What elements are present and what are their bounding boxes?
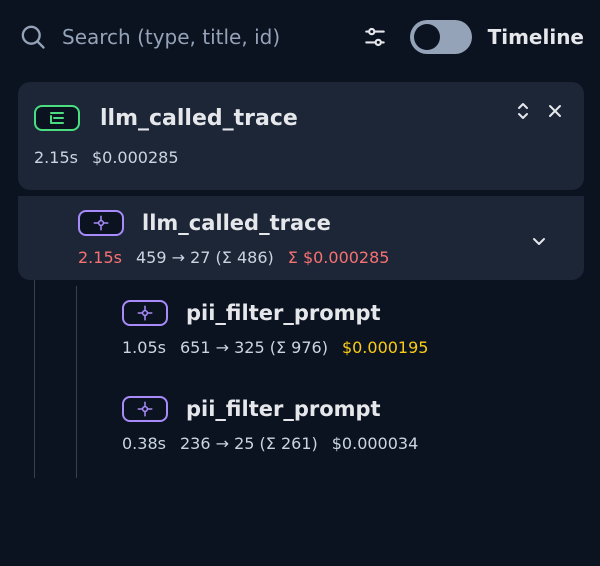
tree-node[interactable]: pii_filter_prompt 1.05s 651 → 325 (Σ 976… (62, 286, 584, 370)
tree-node-tokens: 651 → 325 (Σ 976) (179, 338, 328, 357)
sliders-icon[interactable] (358, 20, 392, 54)
trace-panel: Timeline llm_called_trace (0, 0, 600, 566)
trace-icon (34, 105, 80, 131)
trace-actions (512, 100, 566, 122)
span-icon (78, 210, 124, 236)
tree-node-meta: 0.38s 236 → 25 (Σ 261) $0.000034 (122, 434, 418, 453)
toggle-knob (413, 24, 440, 50)
trace-header-card: llm_called_trace 2.15s $0.000285 (18, 82, 584, 190)
trace-meta: 2.15s $0.000285 (34, 148, 179, 167)
timeline-label: Timeline (487, 25, 584, 49)
tree-node-meta: 2.15s 459 → 27 (Σ 486) Σ $0.000285 (78, 248, 389, 267)
trace-duration: 2.15s (34, 148, 78, 167)
tree-node-cost: $0.000195 (341, 338, 429, 357)
tree-node-cost: $0.000034 (331, 434, 419, 453)
tree-node-title: pii_filter_prompt (186, 397, 381, 421)
search-icon (18, 22, 48, 52)
tree-node-duration: 2.15s (78, 248, 122, 267)
search-bar (18, 22, 348, 52)
tree-node[interactable]: pii_filter_prompt 0.38s 236 → 25 (Σ 261)… (62, 382, 584, 466)
tree-node-title: llm_called_trace (142, 211, 331, 235)
tree-node-cost: Σ $0.000285 (287, 248, 390, 267)
span-icon (122, 396, 168, 422)
tree-node-meta: 1.05s 651 → 325 (Σ 976) $0.000195 (122, 338, 428, 357)
chevrons-up-down-icon[interactable] (512, 100, 534, 122)
close-icon[interactable] (544, 100, 566, 122)
tree-node-duration: 0.38s (122, 434, 166, 453)
tree-node-tokens: 236 → 25 (Σ 261) (179, 434, 318, 453)
search-input[interactable] (62, 25, 322, 49)
tree-node-title-row: pii_filter_prompt (122, 300, 381, 326)
trace-tree: llm_called_trace 2.15s 459 → 27 (Σ 486) … (18, 196, 584, 516)
tree-node-title: pii_filter_prompt (186, 301, 381, 325)
tree-node-tokens: 459 → 27 (Σ 486) (135, 248, 274, 267)
trace-title-row: llm_called_trace (34, 102, 568, 134)
tree-node-title-row: pii_filter_prompt (122, 396, 381, 422)
top-bar: Timeline (18, 14, 584, 60)
chevron-down-icon[interactable] (528, 230, 550, 252)
span-icon (122, 300, 168, 326)
tree-node[interactable]: llm_called_trace 2.15s 459 → 27 (Σ 486) … (18, 196, 584, 280)
timeline-toggle[interactable] (409, 20, 472, 54)
tree-node-duration: 1.05s (122, 338, 166, 357)
trace-title: llm_called_trace (100, 105, 298, 131)
trace-cost: $0.000285 (91, 148, 179, 167)
tree-node-title-row: llm_called_trace (78, 210, 331, 236)
